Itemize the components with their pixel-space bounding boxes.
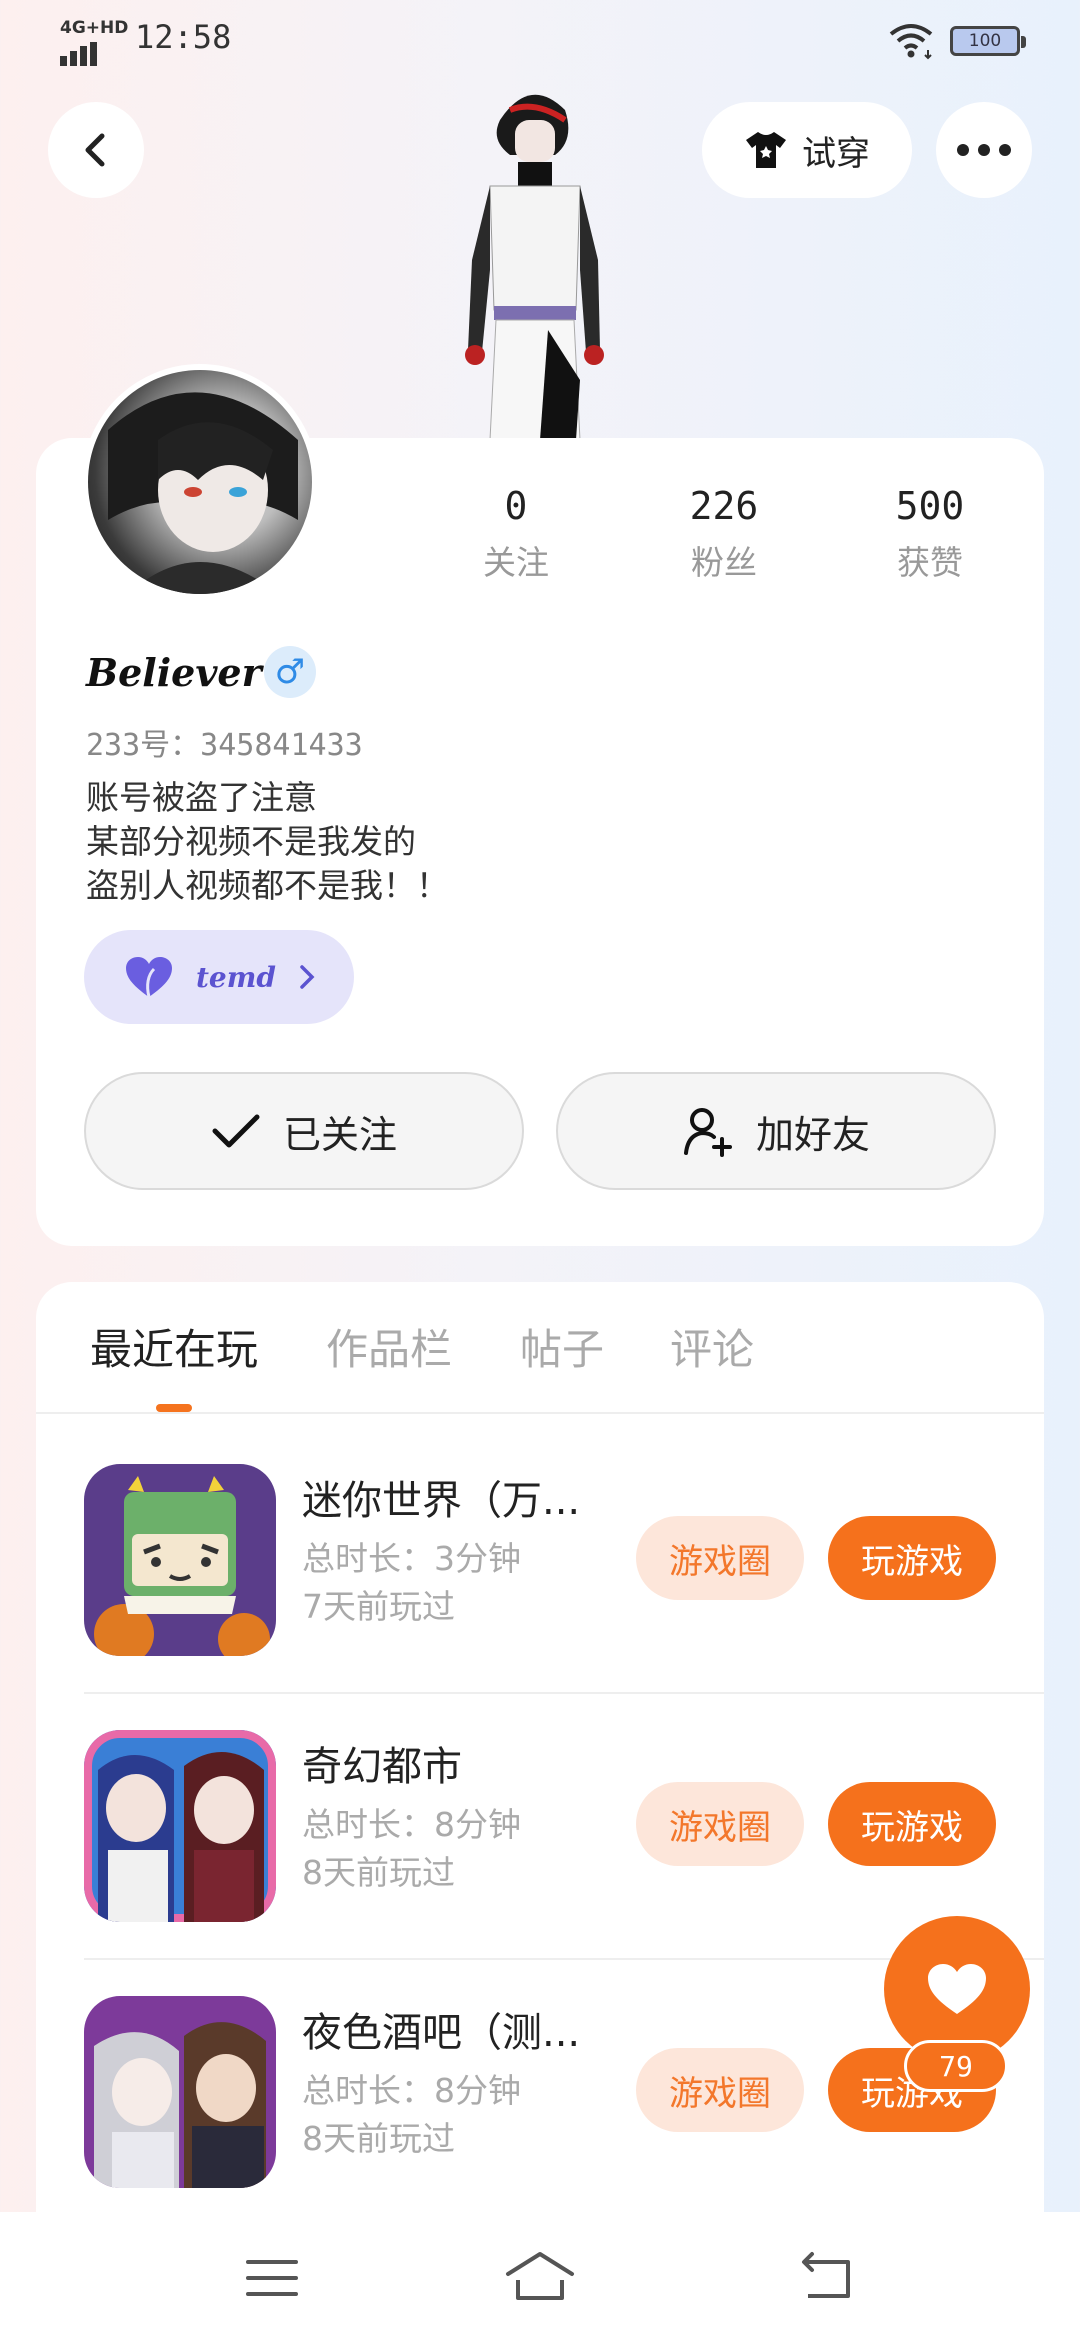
- game-last-played: 8天前玩过: [302, 1853, 455, 1892]
- system-nav-bar: [0, 2212, 1080, 2340]
- menu-icon[interactable]: [242, 2248, 302, 2308]
- game-last-played: 8天前玩过: [302, 2119, 455, 2158]
- signal-bars-icon: [60, 42, 106, 66]
- game-circle-button[interactable]: 游戏圈: [636, 1782, 804, 1866]
- play-game-button[interactable]: 玩游戏: [828, 1516, 996, 1600]
- followed-label: 已关注: [282, 1112, 397, 1157]
- bio-line: 盗别人视频都不是我！！: [86, 866, 449, 905]
- tab-comments[interactable]: 评论: [670, 1316, 754, 1377]
- game-last-played: 7天前玩过: [302, 1587, 455, 1626]
- back-icon[interactable]: [796, 2248, 856, 2308]
- network-type: 4G+HD: [60, 18, 129, 38]
- try-on-label: 试穿: [802, 133, 870, 174]
- stat-label: 粉丝: [691, 543, 757, 582]
- stat-label: 关注: [483, 543, 549, 582]
- stat-value: 226: [689, 484, 759, 528]
- battery-level: 100: [968, 31, 1002, 51]
- stat-following[interactable]: 0 关注: [436, 484, 596, 584]
- clock: 12:58: [135, 18, 232, 56]
- more-button[interactable]: [936, 102, 1032, 198]
- try-on-button[interactable]: 试穿: [702, 102, 912, 198]
- stat-followers[interactable]: 226 粉丝: [644, 484, 804, 584]
- bio-line: 账号被盗了注意: [86, 778, 317, 817]
- game-title: 迷你世界（万...: [302, 1478, 581, 1524]
- bio: 账号被盗了注意 某部分视频不是我发的 盗别人视频都不是我！！: [86, 776, 449, 908]
- bio-line: 某部分视频不是我发的: [86, 822, 416, 861]
- tab-recent-play[interactable]: 最近在玩: [90, 1316, 258, 1377]
- tab-works[interactable]: 作品栏: [326, 1316, 452, 1377]
- user-plus-icon: [683, 1108, 732, 1157]
- avatar-image: [88, 370, 312, 594]
- avatar[interactable]: [82, 364, 318, 600]
- game-duration: 总时长：8分钟: [302, 2071, 521, 2110]
- back-button[interactable]: [48, 102, 144, 198]
- game-icon-fantasy-city: [84, 1730, 276, 1922]
- heart-icon: [928, 1964, 986, 2014]
- chevron-left-icon: [85, 133, 105, 167]
- stat-value: 0: [504, 484, 528, 528]
- status-bar: 4G+HD 12:58 100: [0, 0, 1080, 80]
- check-icon: [212, 1114, 260, 1148]
- tag-label: temd: [196, 960, 276, 994]
- play-game-button[interactable]: 玩游戏: [828, 1782, 996, 1866]
- tag-badge[interactable]: temd: [84, 930, 354, 1024]
- home-icon[interactable]: [504, 2248, 576, 2308]
- divider: [36, 1412, 1044, 1414]
- game-circle-button[interactable]: 游戏圈: [636, 2048, 804, 2132]
- tab-posts[interactable]: 帖子: [520, 1316, 604, 1377]
- game-duration: 总时长：8分钟: [302, 1805, 521, 1844]
- stat-value: 500: [895, 484, 965, 528]
- heart-icon: [126, 957, 172, 998]
- game-title: 奇幻都市: [302, 1744, 462, 1790]
- like-count-badge: 79: [904, 2040, 1008, 2092]
- stat-likes[interactable]: 500 获赞: [850, 484, 1010, 584]
- account-id: 233号：345841433: [86, 728, 363, 763]
- add-friend-button[interactable]: 加好友: [556, 1072, 996, 1190]
- game-duration: 总时长：3分钟: [302, 1539, 521, 1578]
- tab-indicator: [156, 1404, 192, 1412]
- add-friend-label: 加好友: [755, 1112, 870, 1157]
- male-icon: ♂: [264, 646, 316, 698]
- followed-button[interactable]: 已关注: [84, 1072, 524, 1190]
- battery-icon: 100: [950, 26, 1026, 56]
- game-title: 夜色酒吧（测...: [302, 2010, 581, 2056]
- game-icon-mini-world: [84, 1464, 276, 1656]
- game-circle-button[interactable]: 游戏圈: [636, 1516, 804, 1600]
- game-row[interactable]: 奇幻都市 总时长：8分钟 8天前玩过 游戏圈 玩游戏: [36, 1694, 1044, 1960]
- stat-label: 获赞: [897, 543, 963, 582]
- tshirt-icon: [746, 132, 786, 168]
- wifi-icon: [889, 24, 933, 60]
- username: Believer: [86, 650, 262, 695]
- more-dots-icon: [957, 144, 1011, 156]
- game-icon-night-bar: [84, 1996, 276, 2188]
- tab-bar: 最近在玩 作品栏 帖子 评论: [0, 1316, 1080, 1396]
- game-row[interactable]: 迷你世界（万... 总时长：3分钟 7天前玩过 游戏圈 玩游戏: [36, 1428, 1044, 1694]
- avatar-figure-illustration: [465, 94, 604, 440]
- chevron-right-icon: [300, 965, 315, 989]
